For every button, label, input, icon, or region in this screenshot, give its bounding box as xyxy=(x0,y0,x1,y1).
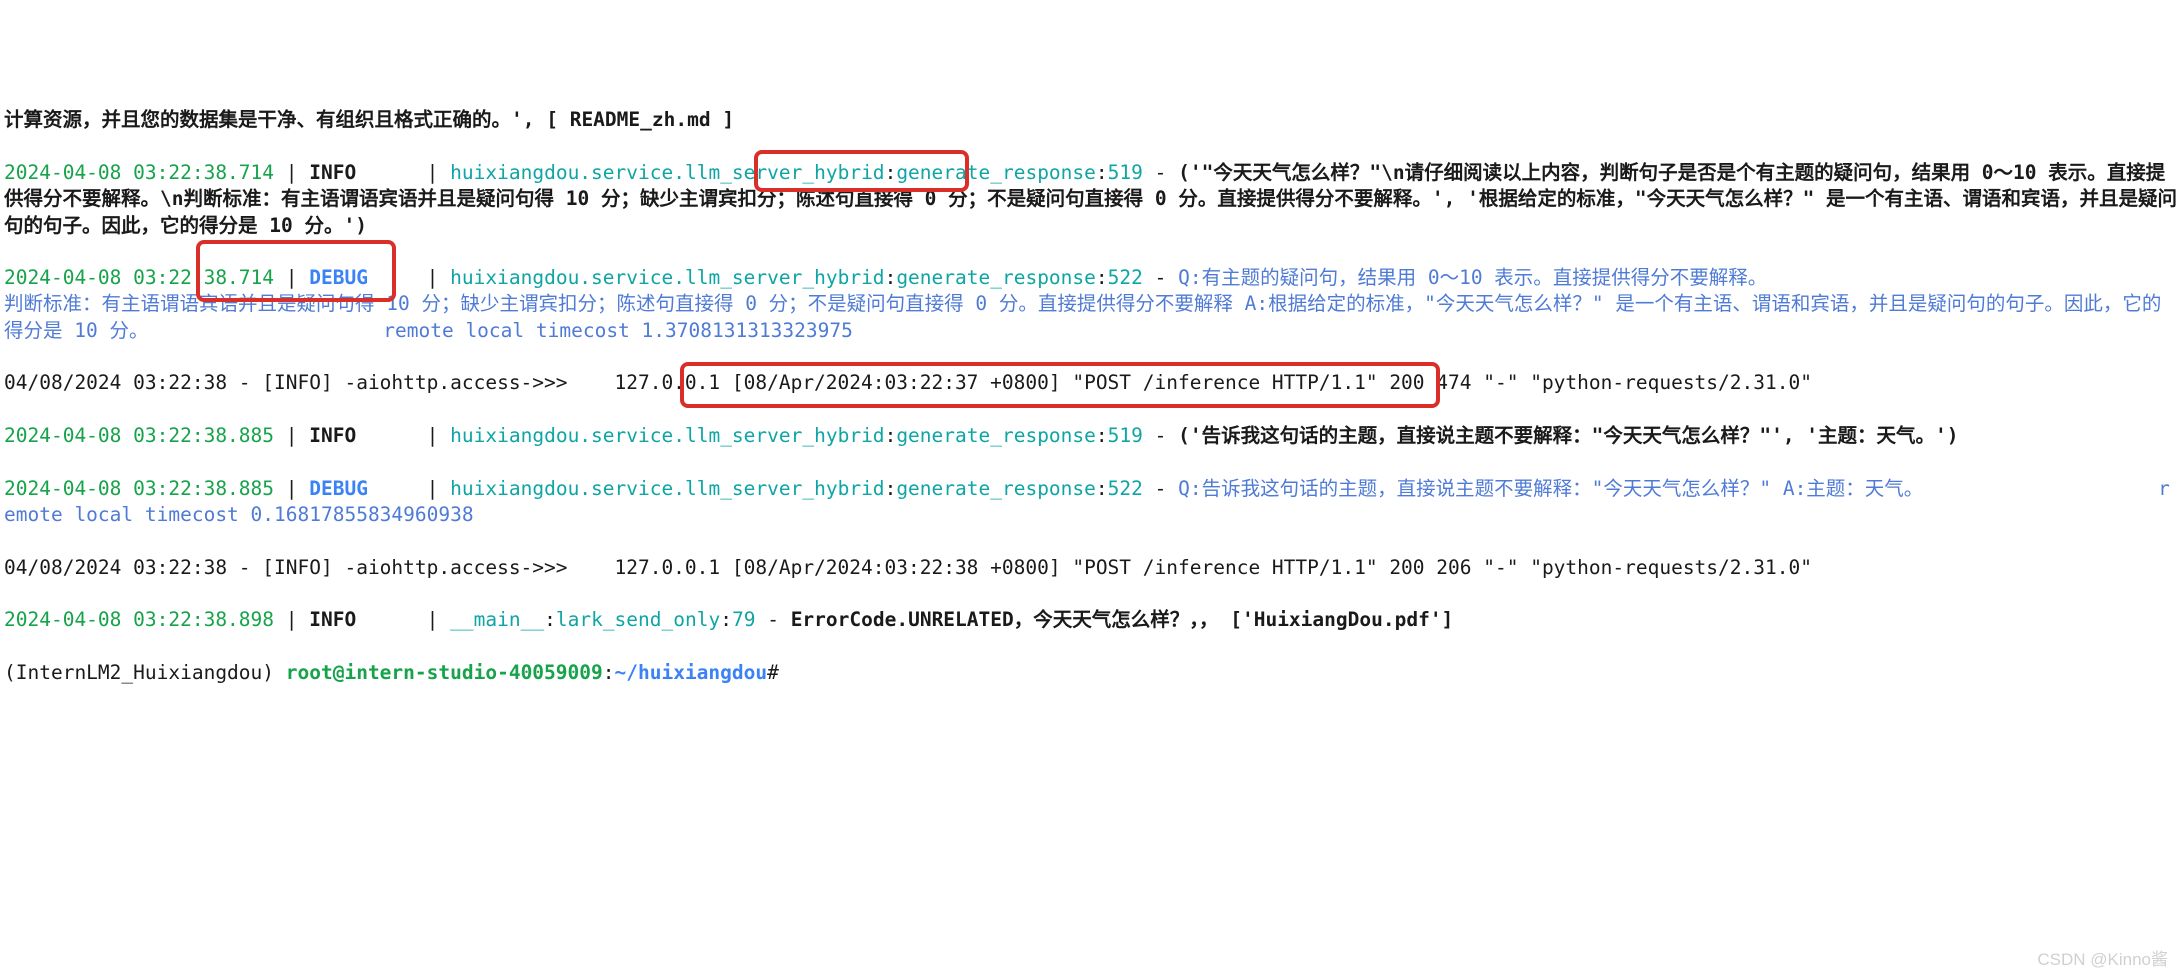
module: huixiangdou.service.llm_server_hybrid xyxy=(450,161,884,184)
error-message: ErrorCode.UNRELATED，今天天气怎么样？，， ['Huixian… xyxy=(791,608,1454,631)
module: huixiangdou.service.llm_server_hybrid xyxy=(450,424,884,447)
function: generate_response xyxy=(896,266,1096,289)
log-line-truncated: 计算资源，并且您的数据集是干净、有组织且格式正确的。', [ README_zh… xyxy=(4,107,2178,133)
timestamp: 2024-04-08 03:22:38.885 xyxy=(4,477,274,500)
timestamp: 2024-04-08 03:22:38.898 xyxy=(4,608,274,631)
log-line-debug-2: 2024-04-08 03:22:38.885 | DEBUG | huixia… xyxy=(4,476,2178,529)
level-debug: DEBUG xyxy=(309,266,368,289)
lineno: 79 xyxy=(732,608,755,631)
function: generate_response xyxy=(896,161,1096,184)
timestamp: 2024-04-08 03:22:38.885 xyxy=(4,424,274,447)
function: generate_response xyxy=(896,477,1096,500)
shell-prompt[interactable]: (InternLM2_Huixiangdou) root@intern-stud… xyxy=(4,660,2178,686)
module: __main__ xyxy=(450,608,544,631)
lineno: 519 xyxy=(1108,161,1143,184)
timestamp: 2024-04-08 03:22:38.714 xyxy=(4,266,274,289)
module: huixiangdou.service.llm_server_hybrid xyxy=(450,477,884,500)
prompt-path: ~/huixiangdou xyxy=(615,661,768,684)
log-line-info-2: 2024-04-08 03:22:38.885 | INFO | huixian… xyxy=(4,423,2178,449)
log-line-info-3: 2024-04-08 03:22:38.898 | INFO | __main_… xyxy=(4,607,2178,633)
function: lark_send_only xyxy=(556,608,720,631)
level-info: INFO xyxy=(309,608,356,631)
prompt-user: root@intern-studio-40059009 xyxy=(286,661,603,684)
log-line-aiohttp-2: 04/08/2024 03:22:38 - [INFO] -aiohttp.ac… xyxy=(4,555,2178,581)
lineno: 519 xyxy=(1108,424,1143,447)
function: generate_response xyxy=(896,424,1096,447)
log-line-aiohttp-1: 04/08/2024 03:22:38 - [INFO] -aiohttp.ac… xyxy=(4,370,2178,396)
level-info: INFO xyxy=(309,424,356,447)
timestamp: 2024-04-08 03:22:38.714 xyxy=(4,161,274,184)
level-info: INFO xyxy=(309,161,356,184)
message: ('告诉我这句话的主题，直接说主题不要解释："今天天气怎么样？"', '主题：天… xyxy=(1178,424,1958,447)
level-debug: DEBUG xyxy=(309,477,368,500)
module: huixiangdou.service.llm_server_hybrid xyxy=(450,266,884,289)
watermark: CSDN @Kinno酱 xyxy=(2037,949,2168,972)
lineno: 522 xyxy=(1108,266,1143,289)
log-line-debug-1: 2024-04-08 03:22:38.714 | DEBUG | huixia… xyxy=(4,265,2178,344)
log-line-info-1: 2024-04-08 03:22:38.714 | INFO | huixian… xyxy=(4,160,2178,239)
lineno: 522 xyxy=(1108,477,1143,500)
